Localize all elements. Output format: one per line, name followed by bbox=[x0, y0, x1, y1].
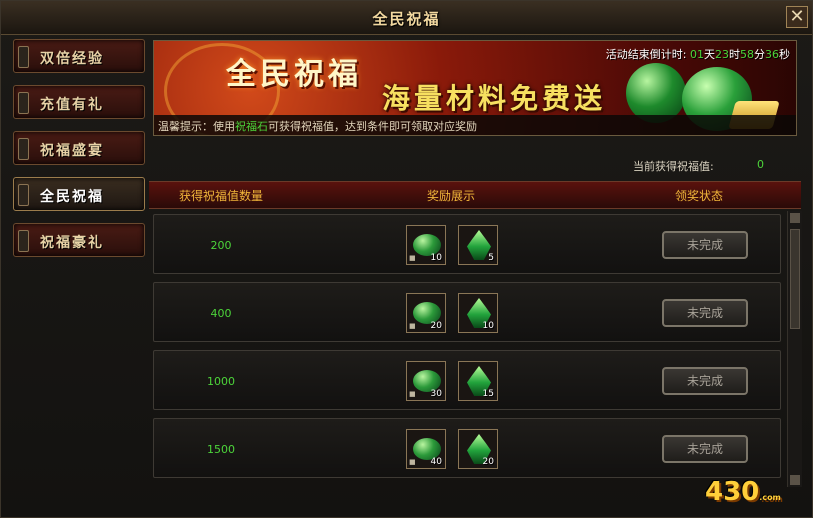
knob-icon bbox=[18, 92, 29, 114]
reward-slot[interactable]: 5 bbox=[458, 225, 498, 265]
sidebar-item-label: 充值有礼 bbox=[40, 97, 104, 113]
scroll-up-icon[interactable] bbox=[790, 213, 800, 223]
close-button[interactable]: ✕ bbox=[786, 6, 808, 28]
knob-icon bbox=[18, 46, 29, 68]
header-status: 领奖状态 bbox=[675, 189, 724, 203]
knob-icon bbox=[18, 184, 29, 206]
current-blessing-value: 当前获得祝福值: 0 bbox=[633, 158, 764, 174]
table-row: 400 ■ 20 10 未完成 bbox=[153, 282, 781, 342]
reward-slot[interactable]: ■ 40 bbox=[406, 429, 446, 469]
activity-window: 全民祝福 ✕ 双倍经验 充值有礼 祝福盛宴 全民祝福 祝福豪礼 全民祝福 海量材… bbox=[0, 0, 813, 518]
scroll-down-icon[interactable] bbox=[790, 475, 800, 485]
event-banner: 全民祝福 海量材料免费送 活动结束倒计时: 01天23时58分36秒 温馨提示：… bbox=[153, 40, 797, 136]
tip-suffix: 可获得祝福值，达到条件即可领取对应奖励 bbox=[268, 120, 477, 133]
bound-icon: ■ bbox=[409, 254, 416, 262]
countdown-hours: 23 bbox=[715, 48, 729, 61]
table-row: 1000 ■ 30 15 未完成 bbox=[153, 350, 781, 410]
sidebar-item-label: 祝福豪礼 bbox=[40, 235, 104, 251]
header-reward: 奖励展示 bbox=[427, 189, 476, 203]
sidebar-item-double-exp[interactable]: 双倍经验 bbox=[13, 39, 145, 73]
banner-headline: 全民祝福 bbox=[226, 57, 362, 92]
tip-text: 温馨提示：使用祝福石可获得祝福值，达到条件即可领取对应奖励 bbox=[158, 118, 477, 134]
sidebar-item-recharge-gift[interactable]: 充值有礼 bbox=[13, 85, 145, 119]
knob-icon bbox=[18, 138, 29, 160]
reward-count: 30 bbox=[430, 389, 442, 399]
tip-item: 祝福石 bbox=[235, 120, 268, 133]
countdown-days-unit: 天 bbox=[704, 48, 715, 61]
reward-slot[interactable]: ■ 10 bbox=[406, 225, 446, 265]
green-orb-icon bbox=[626, 63, 686, 123]
countdown: 活动结束倒计时: 01天23时58分36秒 bbox=[606, 46, 790, 62]
status-button[interactable]: 未完成 bbox=[662, 231, 748, 259]
title-bar: 全民祝福 ✕ bbox=[1, 1, 812, 35]
status-button[interactable]: 未完成 bbox=[662, 367, 748, 395]
sidebar-item-blessing-feast[interactable]: 祝福盛宴 bbox=[13, 131, 145, 165]
sidebar-item-blessing-gift[interactable]: 祝福豪礼 bbox=[13, 223, 145, 257]
reward-count: 10 bbox=[482, 321, 494, 331]
status-button[interactable]: 未完成 bbox=[662, 299, 748, 327]
sidebar-item-label: 祝福盛宴 bbox=[40, 143, 104, 159]
row-value: 200 bbox=[210, 239, 232, 252]
tip-prefix: 温馨提示：使用 bbox=[158, 120, 235, 133]
countdown-label: 活动结束倒计时: bbox=[605, 48, 687, 61]
countdown-minutes-unit: 分 bbox=[754, 48, 765, 61]
scroll-thumb[interactable] bbox=[790, 229, 800, 329]
sidebar-item-all-blessing[interactable]: 全民祝福 bbox=[13, 177, 145, 211]
window-title: 全民祝福 bbox=[372, 10, 441, 28]
table-row: 1500 ■ 40 20 未完成 bbox=[153, 418, 781, 478]
current-value-number: 0 bbox=[757, 158, 764, 171]
tip-line: 温馨提示：使用祝福石可获得祝福值，达到条件即可领取对应奖励 bbox=[154, 115, 796, 135]
current-value-label: 当前获得祝福值: bbox=[633, 160, 714, 173]
countdown-minutes: 58 bbox=[740, 48, 754, 61]
reward-slot[interactable]: 10 bbox=[458, 293, 498, 333]
close-icon: ✕ bbox=[789, 6, 805, 27]
reward-slot[interactable]: 20 bbox=[458, 429, 498, 469]
reward-count: 5 bbox=[488, 253, 494, 263]
reward-count: 40 bbox=[430, 457, 442, 467]
table-header: 获得祝福值数量 奖励展示 领奖状态 bbox=[149, 181, 801, 209]
countdown-hours-unit: 时 bbox=[729, 48, 740, 61]
bound-icon: ■ bbox=[409, 390, 416, 398]
watermark-text: 430 bbox=[705, 477, 760, 507]
row-value: 1000 bbox=[207, 375, 235, 388]
scrollbar[interactable] bbox=[787, 211, 802, 487]
sidebar-item-label: 双倍经验 bbox=[40, 51, 104, 67]
reward-slot[interactable]: ■ 30 bbox=[406, 361, 446, 401]
countdown-seconds-unit: 秒 bbox=[779, 48, 790, 61]
table-row: 200 ■ 10 5 未完成 bbox=[153, 214, 781, 274]
banner-subheadline: 海量材料免费送 bbox=[382, 82, 607, 115]
watermark-logo: 430.com bbox=[705, 477, 781, 507]
countdown-days: 01 bbox=[690, 48, 704, 61]
header-value: 获得祝福值数量 bbox=[179, 189, 264, 203]
reward-count: 20 bbox=[430, 321, 442, 331]
reward-count: 20 bbox=[482, 457, 494, 467]
row-value: 400 bbox=[210, 307, 232, 320]
sidebar-item-label: 全民祝福 bbox=[40, 189, 104, 205]
countdown-seconds: 36 bbox=[765, 48, 779, 61]
reward-count: 10 bbox=[430, 253, 442, 263]
knob-icon bbox=[18, 230, 29, 252]
bound-icon: ■ bbox=[409, 322, 416, 330]
sidebar: 双倍经验 充值有礼 祝福盛宴 全民祝福 祝福豪礼 bbox=[13, 39, 145, 269]
reward-slot[interactable]: ■ 20 bbox=[406, 293, 446, 333]
reward-count: 15 bbox=[482, 389, 494, 399]
status-button[interactable]: 未完成 bbox=[662, 435, 748, 463]
reward-slot[interactable]: 15 bbox=[458, 361, 498, 401]
bound-icon: ■ bbox=[409, 458, 416, 466]
row-value: 1500 bbox=[207, 443, 235, 456]
watermark-suffix: .com bbox=[759, 493, 781, 502]
